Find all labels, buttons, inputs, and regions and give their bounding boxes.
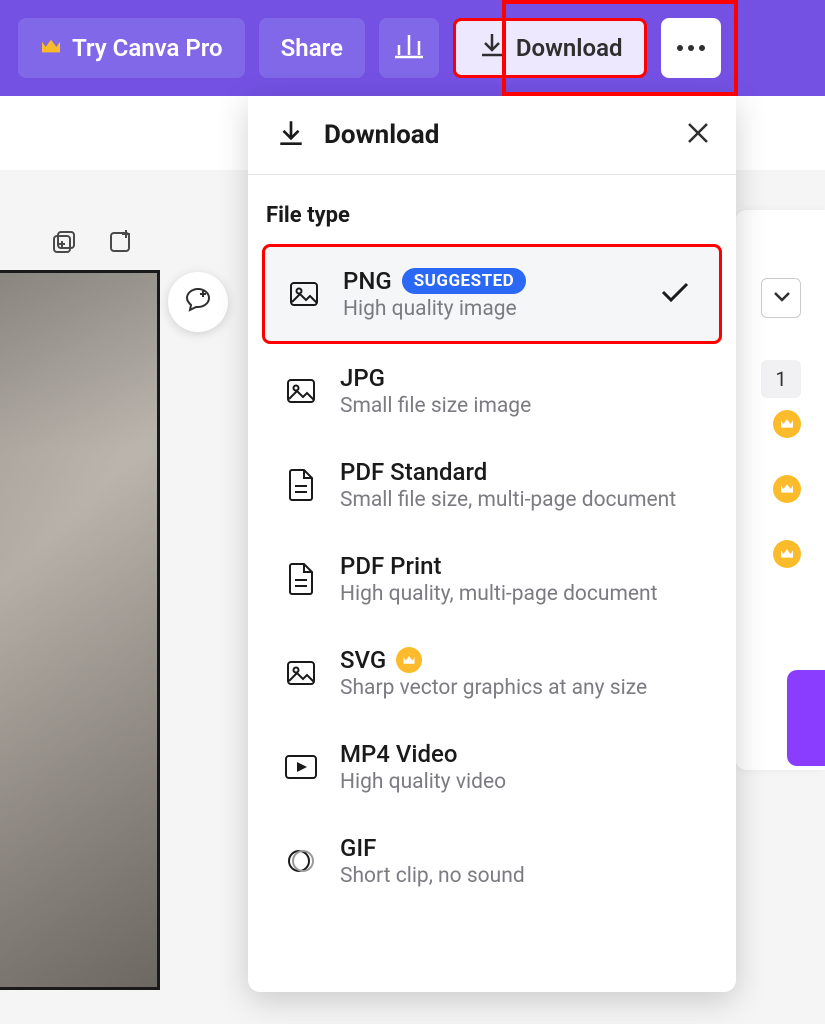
share-button[interactable]: Share: [259, 18, 365, 78]
check-icon: [659, 280, 691, 308]
pro-badge-2: [773, 475, 801, 503]
file-type-name: MP4 Video: [340, 740, 458, 768]
file-type-list: PNG SUGGESTED High quality image JPG Sma…: [262, 244, 722, 908]
pro-badge-3: [773, 540, 801, 568]
panel-title: Download: [324, 120, 439, 150]
file-type-desc: Small file size, multi-page document: [340, 488, 700, 512]
file-type-desc: Sharp vector graphics at any size: [340, 676, 700, 700]
file-type-heading: File type: [262, 203, 722, 228]
file-type-jpg[interactable]: JPG Small file size image: [262, 344, 722, 438]
share-label: Share: [281, 34, 343, 62]
image-icon: [284, 656, 318, 690]
comment-button[interactable]: [168, 272, 228, 332]
document-icon: [284, 468, 318, 502]
download-label: Download: [516, 34, 623, 62]
video-icon: [284, 750, 318, 784]
bar-chart-icon: [393, 29, 425, 67]
canvas-toolbar: [0, 170, 225, 260]
file-type-pdf-standard[interactable]: PDF Standard Small file size, multi-page…: [262, 438, 722, 532]
file-type-desc: High quality, multi-page document: [340, 582, 700, 606]
download-icon: [276, 118, 306, 152]
add-page-button[interactable]: [104, 228, 136, 260]
file-type-desc: Short clip, no sound: [340, 864, 700, 888]
download-icon: [478, 31, 506, 65]
image-icon: [284, 374, 318, 408]
comment-icon: [183, 285, 213, 319]
try-pro-label: Try Canva Pro: [72, 34, 223, 62]
pro-badge-1: [773, 410, 801, 438]
pro-badge: [396, 647, 422, 673]
crown-icon: [40, 34, 62, 62]
canvas-preview[interactable]: [0, 270, 160, 990]
file-type-png[interactable]: PNG SUGGESTED High quality image: [262, 244, 722, 344]
primary-action-peek[interactable]: [787, 670, 825, 766]
file-type-name: JPG: [340, 364, 385, 392]
file-type-name: PDF Print: [340, 552, 441, 580]
download-panel: Download File type PNG SUGGESTED High qu…: [248, 96, 736, 992]
close-icon: [685, 135, 711, 150]
file-type-gif[interactable]: GIF Short clip, no sound: [262, 814, 722, 908]
chevron-down-icon[interactable]: [773, 288, 791, 307]
file-type-name: PDF Standard: [340, 458, 487, 486]
panel-header: Download: [248, 96, 736, 175]
file-type-desc: Small file size image: [340, 394, 700, 418]
file-type-pdf-print[interactable]: PDF Print High quality, multi-page docum…: [262, 532, 722, 626]
duplicate-button[interactable]: [48, 228, 80, 260]
file-type-name: GIF: [340, 834, 376, 862]
file-type-svg[interactable]: SVG Sharp vector graphics at any size: [262, 626, 722, 720]
download-button[interactable]: Download: [453, 18, 648, 78]
file-type-desc: High quality image: [343, 297, 697, 321]
suggested-badge: SUGGESTED: [402, 268, 527, 294]
more-button[interactable]: [661, 18, 721, 78]
try-pro-button[interactable]: Try Canva Pro: [18, 18, 245, 78]
close-button[interactable]: [680, 117, 716, 153]
panel-body: File type PNG SUGGESTED High quality ima…: [248, 175, 736, 908]
more-icon: [677, 45, 705, 51]
file-type-name: SVG: [340, 646, 386, 674]
image-icon: [287, 277, 321, 311]
top-toolbar: Try Canva Pro Share Download: [0, 0, 825, 96]
file-type-mp4[interactable]: MP4 Video High quality video: [262, 720, 722, 814]
quantity-input[interactable]: 1: [761, 360, 801, 398]
gif-icon: [284, 844, 318, 878]
analytics-button[interactable]: [379, 18, 439, 78]
file-type-name: PNG: [343, 267, 392, 295]
document-icon: [284, 562, 318, 596]
file-type-desc: High quality video: [340, 770, 700, 794]
